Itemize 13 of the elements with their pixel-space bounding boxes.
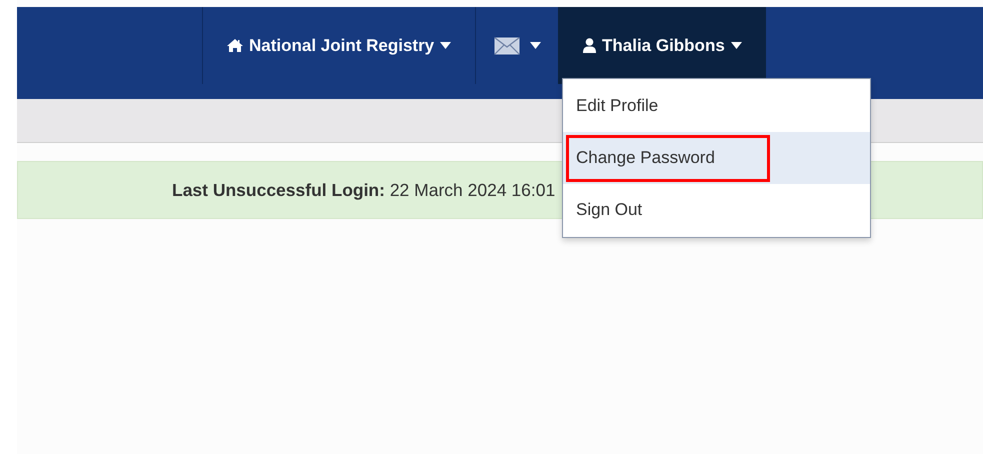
home-icon [227, 39, 243, 52]
user-icon [583, 38, 596, 53]
user-menu[interactable]: Thalia Gibbons [558, 7, 766, 84]
envelope-icon [494, 36, 520, 54]
nav-label: National Joint Registry [249, 36, 434, 56]
registry-menu[interactable]: National Joint Registry [202, 7, 475, 84]
alert-text: Last Unsuccessful Login: 22 March 2024 16:01 [172, 180, 556, 200]
caret-icon [440, 42, 452, 49]
menu-item[interactable]: Change Password [563, 132, 870, 184]
menu-item[interactable]: Sign Out [563, 184, 870, 236]
caret-icon [730, 42, 742, 49]
nav-label: Thalia Gibbons [602, 36, 725, 56]
caret-icon [530, 42, 541, 49]
